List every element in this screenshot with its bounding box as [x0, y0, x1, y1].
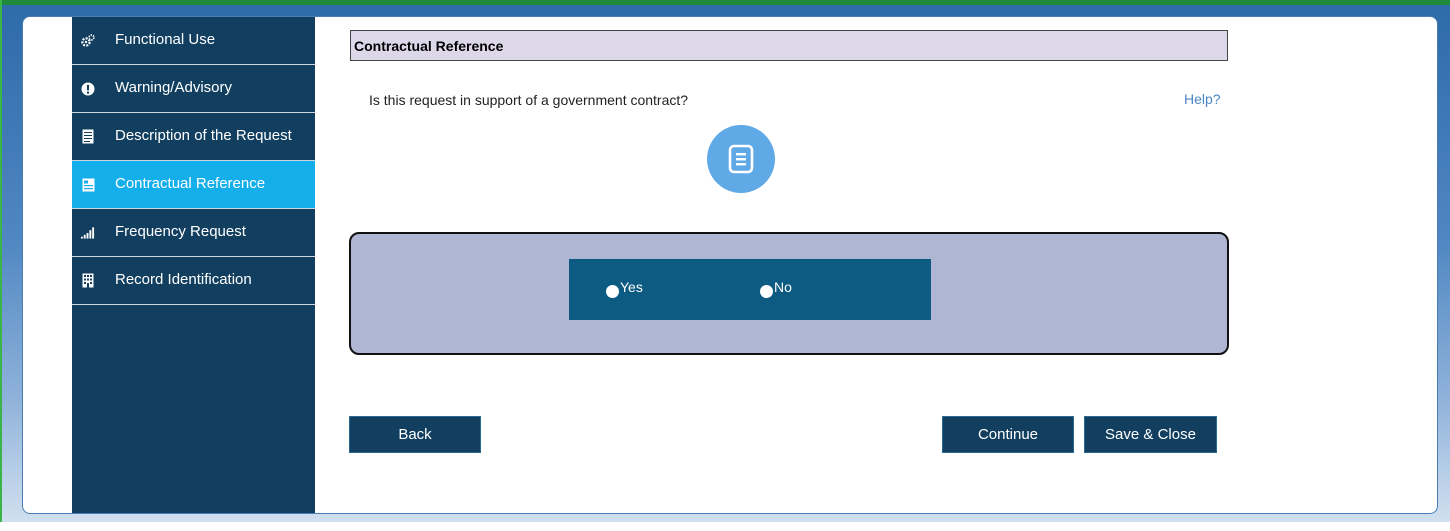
exclamation-icon — [81, 82, 95, 96]
contract-icon — [81, 178, 95, 192]
signal-bars-icon — [81, 226, 95, 240]
radio-button-no[interactable] — [760, 285, 773, 298]
radio-button-yes[interactable] — [606, 285, 619, 298]
back-button[interactable]: Back — [349, 416, 481, 453]
main-content: Contractual Reference Is this request in… — [315, 17, 1437, 513]
sidebar-item-record-identification[interactable]: Record Identification — [72, 257, 315, 305]
sidebar-item-contractual-reference[interactable]: Contractual Reference — [72, 161, 315, 209]
sidebar-item-label: Warning/Advisory — [115, 79, 232, 96]
form-card: Functional Use Warning/Advisory Descript… — [22, 16, 1438, 514]
help-link[interactable]: Help? — [1184, 91, 1221, 107]
radio-yes[interactable]: Yes — [606, 279, 643, 298]
sidebar-item-label: Contractual Reference — [115, 175, 266, 192]
sidebar-item-label: Description of the Request — [115, 127, 292, 144]
radio-no-label: No — [774, 279, 792, 295]
sidebar-item-label: Functional Use — [115, 31, 216, 48]
sidebar-item-label: Frequency Request — [115, 223, 246, 240]
document-icon — [707, 125, 775, 193]
continue-button[interactable]: Continue — [942, 416, 1074, 453]
top-accent-line — [0, 0, 1450, 5]
sidebar-item-description[interactable]: Description of the Request — [72, 113, 315, 161]
sidebar-item-label: Record Identification — [115, 271, 252, 288]
bottom-strip — [0, 522, 1450, 531]
left-accent-line — [0, 0, 2, 531]
building-icon — [81, 273, 95, 288]
radio-yes-label: Yes — [620, 279, 643, 295]
choice-panel: Yes No — [349, 232, 1229, 355]
sidebar-nav: Functional Use Warning/Advisory Descript… — [72, 17, 315, 513]
document-lines-icon — [81, 129, 95, 144]
save-close-button[interactable]: Save & Close — [1084, 416, 1217, 453]
section-title: Contractual Reference — [350, 30, 1228, 61]
question-text: Is this request in support of a governme… — [369, 92, 689, 108]
sidebar-item-frequency-request[interactable]: Frequency Request — [72, 209, 315, 257]
sidebar-item-functional-use[interactable]: Functional Use — [72, 17, 315, 65]
radio-group: Yes No — [569, 259, 931, 320]
gears-icon — [81, 33, 95, 48]
radio-no[interactable]: No — [760, 279, 792, 298]
sidebar-item-warning-advisory[interactable]: Warning/Advisory — [72, 65, 315, 113]
